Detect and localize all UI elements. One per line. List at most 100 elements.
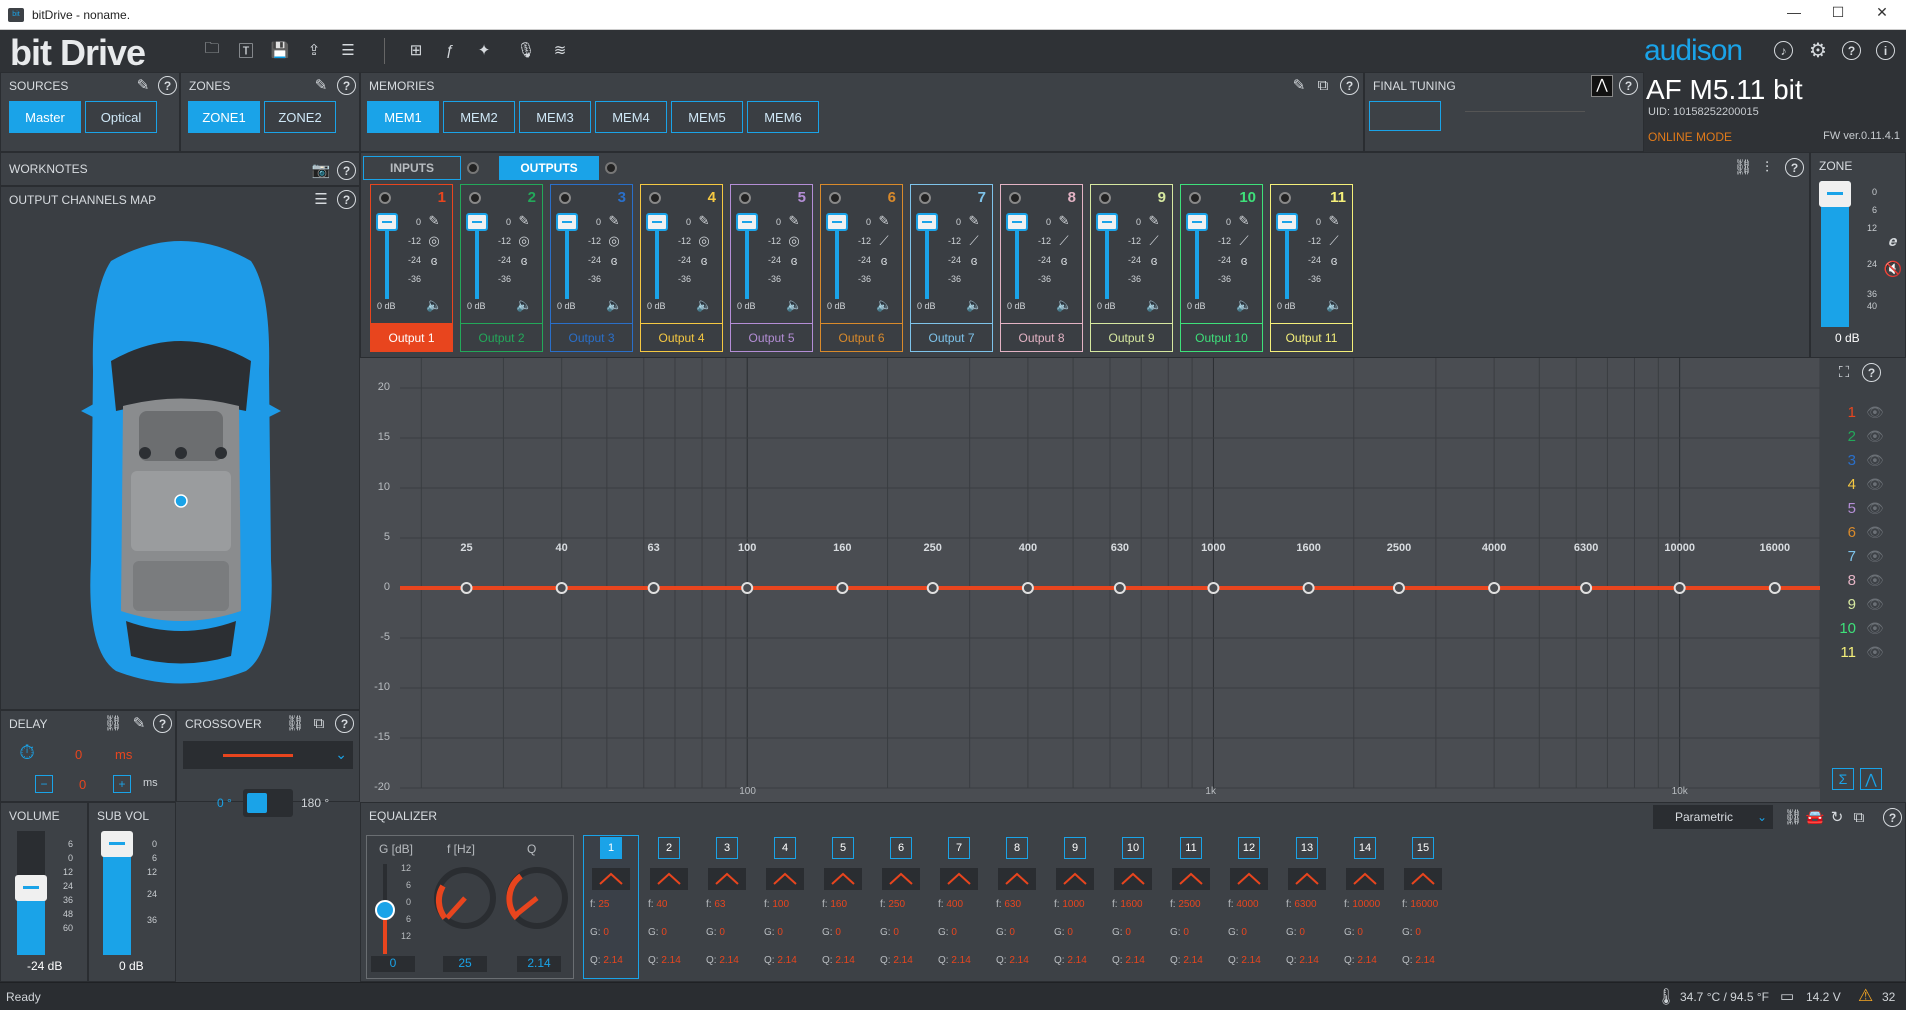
peak-filter-icon[interactable] <box>650 868 688 890</box>
graph-help-icon[interactable]: ? <box>1862 363 1881 382</box>
text-file-icon[interactable]: 🅃 <box>236 40 256 60</box>
band-f-value[interactable]: 1000 <box>1062 899 1084 910</box>
eq-mode-select[interactable]: Parametric ⌄ <box>1653 805 1773 829</box>
eq-band[interactable]: 3 f: 63 G: 0 Q: 2.14 <box>706 837 748 977</box>
folder-icon[interactable]: 🗀 <box>202 40 222 60</box>
output-card[interactable]: 7 0 -12 -24 -36 0 dB ✎ ⟋ ɞ 🔈 Output 7 <box>910 184 993 352</box>
band-number[interactable]: 9 <box>1064 837 1086 859</box>
final-tuning-help-icon[interactable]: ? <box>1619 76 1638 95</box>
edit-icon[interactable]: ✎ <box>696 213 712 229</box>
equalizer-help-icon[interactable]: ? <box>1883 808 1902 827</box>
output-fader-knob[interactable] <box>1186 213 1208 231</box>
solo-led[interactable] <box>1189 192 1201 204</box>
band-number[interactable]: 4 <box>774 837 796 859</box>
mixer-icon[interactable]: ⫶ <box>1757 157 1777 177</box>
band-f-value[interactable]: 1600 <box>1120 899 1142 910</box>
eq-band-handle[interactable] <box>555 582 568 594</box>
eq-band-handle[interactable] <box>460 582 473 594</box>
eq-band[interactable]: 13 f: 6300 G: 0 Q: 2.14 <box>1286 837 1328 977</box>
delay-value-1[interactable]: 0 <box>75 747 82 762</box>
speaker-icon[interactable]: ◎ <box>516 233 532 249</box>
output-card[interactable]: 3 0 -12 -24 -36 0 dB ✎ ◎ ɞ 🔈 Output 3 <box>550 184 633 352</box>
upload-icon[interactable]: ⇪ <box>304 40 324 60</box>
edit-icon[interactable]: ✎ <box>966 213 982 229</box>
jack-icon[interactable]: ⟋ <box>966 233 982 249</box>
band-number[interactable]: 3 <box>716 837 738 859</box>
solo-led[interactable] <box>1099 192 1111 204</box>
peak-filter-icon[interactable] <box>1172 868 1210 890</box>
edit-icon[interactable]: ✎ <box>606 213 622 229</box>
copy-icon[interactable]: ⧉ <box>1849 807 1869 827</box>
mute-icon[interactable]: 🔈 <box>696 297 712 313</box>
eye-hidden-icon[interactable]: 👁 <box>1866 404 1884 421</box>
save-icon[interactable]: 💾 <box>270 40 290 60</box>
mute-icon[interactable]: 🔈 <box>966 297 982 313</box>
peak-filter-icon[interactable] <box>1288 868 1326 890</box>
output-card[interactable]: 4 0 -12 -24 -36 0 dB ✎ ◎ ɞ 🔈 Output 4 <box>640 184 723 352</box>
mem3-button[interactable]: MEM3 <box>519 101 591 133</box>
phase-toggle[interactable] <box>243 789 293 817</box>
output-fader-knob[interactable] <box>826 213 848 231</box>
legend-item[interactable]: 5 👁 <box>1836 498 1896 518</box>
ear-icon[interactable]: ɞ <box>606 253 622 269</box>
copy-icon[interactable]: ⧉ <box>1313 75 1333 95</box>
eye-hidden-icon[interactable]: 👁 <box>1866 644 1884 661</box>
band-g-value[interactable]: 0 <box>1357 927 1363 938</box>
zone-fader-track[interactable] <box>1819 181 1851 327</box>
mem5-button[interactable]: MEM5 <box>671 101 743 133</box>
mute-icon[interactable]: 🔈 <box>516 297 532 313</box>
waveform-icon[interactable]: ≋ <box>550 40 570 60</box>
music-icon[interactable]: ♪ <box>1774 41 1793 60</box>
output-fader-knob[interactable] <box>1096 213 1118 231</box>
output-label[interactable]: Output 7 <box>911 323 992 351</box>
peak-filter-icon[interactable] <box>1114 868 1152 890</box>
eq-band[interactable]: 8 f: 630 G: 0 Q: 2.14 <box>996 837 1038 977</box>
legend-item[interactable]: 2 👁 <box>1836 426 1896 446</box>
magic-wand-icon[interactable]: ✦ <box>474 40 494 60</box>
band-q-value[interactable]: 2.14 <box>661 955 680 966</box>
eye-hidden-icon[interactable]: 👁 <box>1866 452 1884 469</box>
band-number[interactable]: 7 <box>948 837 970 859</box>
legend-item[interactable]: 8 👁 <box>1836 570 1896 590</box>
band-g-value[interactable]: 0 <box>1241 927 1247 938</box>
delay-plus-button[interactable]: + <box>113 775 131 793</box>
volume-fader-track[interactable] <box>15 831 47 955</box>
ear-icon[interactable]: ɞ <box>426 253 442 269</box>
eq-band-handle[interactable] <box>741 582 754 594</box>
subvol-fader-knob[interactable] <box>101 831 133 857</box>
ear-icon[interactable]: ɞ <box>1146 253 1162 269</box>
band-number[interactable]: 15 <box>1412 837 1434 859</box>
peak-filter-icon[interactable] <box>882 868 920 890</box>
band-g-value[interactable]: 0 <box>1067 927 1073 938</box>
mute-icon[interactable]: 🔈 <box>876 297 892 313</box>
mute-icon[interactable]: 🔈 <box>786 297 802 313</box>
solo-led[interactable] <box>379 192 391 204</box>
jack-icon[interactable]: ⟋ <box>876 233 892 249</box>
worknotes-help-icon[interactable]: ? <box>337 161 356 180</box>
band-g-value[interactable]: 0 <box>1125 927 1131 938</box>
ear-icon[interactable]: ɞ <box>696 253 712 269</box>
subvol-fader-track[interactable] <box>101 831 133 955</box>
eq-band-handle[interactable] <box>1580 582 1593 594</box>
band-f-value[interactable]: 250 <box>888 899 905 910</box>
ear-icon[interactable]: ɞ <box>966 253 982 269</box>
edit-icon[interactable]: ✎ <box>1056 213 1072 229</box>
freq-knob[interactable] <box>433 866 497 930</box>
solo-led[interactable] <box>469 192 481 204</box>
speaker-icon[interactable]: ◎ <box>606 233 622 249</box>
eye-hidden-icon[interactable]: 👁 <box>1866 620 1884 637</box>
curve-button[interactable]: ⋀ <box>1860 768 1882 790</box>
band-number[interactable]: 10 <box>1122 837 1144 859</box>
edit-icon[interactable]: ✎ <box>1236 213 1252 229</box>
band-q-value[interactable]: 2.14 <box>1299 955 1318 966</box>
band-number[interactable]: 14 <box>1354 837 1376 859</box>
ear-icon[interactable]: ɞ <box>1056 253 1072 269</box>
eq-band-handle[interactable] <box>926 582 939 594</box>
eq-band[interactable]: 10 f: 1600 G: 0 Q: 2.14 <box>1112 837 1154 977</box>
source-master-button[interactable]: Master <box>9 101 81 133</box>
mute-icon[interactable]: 🔈 <box>1056 297 1072 313</box>
output-label[interactable]: Output 2 <box>461 323 542 351</box>
tuning-graph-icon[interactable]: ⋀ <box>1591 75 1613 97</box>
output-card[interactable]: 11 0 -12 -24 -36 0 dB ✎ ⟋ ɞ 🔈 Output 11 <box>1270 184 1353 352</box>
band-number[interactable]: 13 <box>1296 837 1318 859</box>
